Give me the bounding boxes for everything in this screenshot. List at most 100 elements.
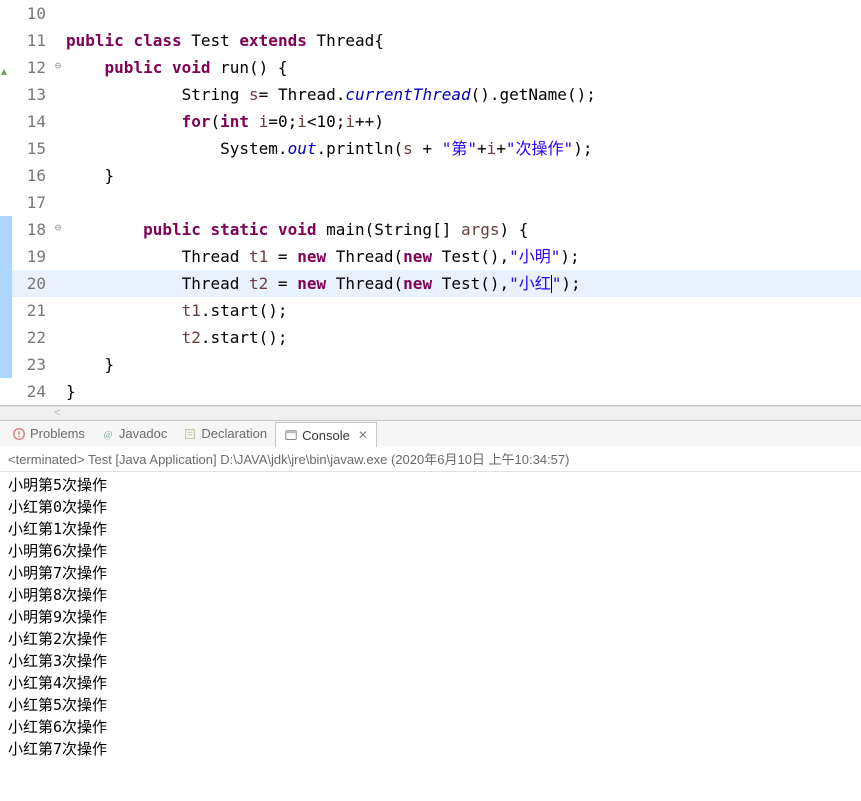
code-line[interactable]: 21 t1.start(); — [0, 297, 861, 324]
tab-label: Problems — [30, 426, 85, 441]
gutter-annotation — [0, 324, 12, 351]
line-number: 23 — [12, 351, 52, 378]
line-number: 12 — [12, 54, 52, 81]
code-editor[interactable]: 1011public class Test extends Thread{▲12… — [0, 0, 861, 406]
line-number: 17 — [12, 189, 52, 216]
console-line: 小红第0次操作 — [8, 496, 853, 518]
code-text[interactable] — [64, 0, 861, 27]
code-text[interactable]: public class Test extends Thread{ — [64, 27, 861, 54]
line-number: 19 — [12, 243, 52, 270]
tab-declaration[interactable]: Declaration — [175, 421, 275, 446]
console-line: 小红第3次操作 — [8, 650, 853, 672]
gutter-annotation — [0, 270, 12, 297]
code-text[interactable]: t1.start(); — [64, 297, 861, 324]
code-text[interactable]: String s= Thread.currentThread().getName… — [64, 81, 861, 108]
tab-javadoc[interactable]: @ Javadoc — [93, 421, 175, 446]
line-number: 15 — [12, 135, 52, 162]
tab-problems[interactable]: Problems — [4, 421, 93, 446]
console-line: 小红第6次操作 — [8, 716, 853, 738]
fold-toggle-icon — [52, 135, 64, 162]
code-line[interactable]: 11 public class Test extends Thread{ — [0, 27, 861, 54]
line-number: 21 — [12, 297, 52, 324]
javadoc-icon: @ — [101, 427, 115, 441]
console-line: 小明第7次操作 — [8, 562, 853, 584]
code-line[interactable]: 22 t2.start(); — [0, 324, 861, 351]
console-line: 小明第6次操作 — [8, 540, 853, 562]
console-icon — [284, 428, 298, 442]
fold-toggle-icon[interactable]: ⊖ — [52, 216, 64, 243]
code-line[interactable]: 13 String s= Thread.currentThread().getN… — [0, 81, 861, 108]
code-text[interactable]: public void run() { — [64, 54, 861, 81]
code-line[interactable]: 18⊖ public static void main(String[] arg… — [0, 216, 861, 243]
gutter-annotation — [0, 0, 12, 27]
console-line: 小红第5次操作 — [8, 694, 853, 716]
code-text[interactable]: } — [64, 351, 861, 378]
close-icon[interactable]: ✕ — [358, 428, 368, 442]
gutter-annotation: ▲ — [0, 54, 12, 81]
code-text[interactable]: t2.start(); — [64, 324, 861, 351]
tab-label: Declaration — [201, 426, 267, 441]
fold-toggle-icon — [52, 270, 64, 297]
problems-icon — [12, 427, 26, 441]
console-line: 小红第2次操作 — [8, 628, 853, 650]
line-number: 10 — [12, 0, 52, 27]
gutter-annotation — [0, 189, 12, 216]
line-number: 18 — [12, 216, 52, 243]
code-text[interactable]: Thread t1 = new Thread(new Test(),"小明"); — [64, 243, 861, 270]
horizontal-scrollbar[interactable]: < — [0, 406, 861, 420]
gutter-annotation — [0, 216, 12, 243]
fold-toggle-icon — [52, 162, 64, 189]
gutter-annotation — [0, 81, 12, 108]
line-number: 11 — [12, 27, 52, 54]
fold-toggle-icon — [52, 81, 64, 108]
line-number: 20 — [12, 270, 52, 297]
svg-text:@: @ — [104, 429, 113, 440]
fold-toggle-icon — [52, 324, 64, 351]
code-line[interactable]: 23 } — [0, 351, 861, 378]
console-line: 小明第8次操作 — [8, 584, 853, 606]
code-line[interactable]: 24} — [0, 378, 861, 405]
gutter-annotation — [0, 108, 12, 135]
code-line[interactable]: ▲12⊖ public void run() { — [0, 54, 861, 81]
code-line[interactable]: 20 Thread t2 = new Thread(new Test(),"小红… — [0, 270, 861, 297]
code-text[interactable]: for(int i=0;i<10;i++) — [64, 108, 861, 135]
scroll-left-icon: < — [54, 408, 61, 420]
fold-toggle-icon — [52, 243, 64, 270]
code-line[interactable]: 17 — [0, 189, 861, 216]
gutter-annotation — [0, 27, 12, 54]
gutter-annotation — [0, 297, 12, 324]
fold-toggle-icon[interactable]: ⊖ — [52, 54, 64, 81]
code-line[interactable]: 19 Thread t1 = new Thread(new Test(),"小明… — [0, 243, 861, 270]
code-text[interactable]: public static void main(String[] args) { — [64, 216, 861, 243]
code-line[interactable]: 15 System.out.println(s + "第"+i+"次操作"); — [0, 135, 861, 162]
declaration-icon — [183, 427, 197, 441]
code-text[interactable]: } — [64, 378, 861, 405]
code-text[interactable]: } — [64, 162, 861, 189]
console-line: 小红第1次操作 — [8, 518, 853, 540]
console-line: 小红第4次操作 — [8, 672, 853, 694]
fold-toggle-icon — [52, 351, 64, 378]
fold-toggle-icon — [52, 297, 64, 324]
code-line[interactable]: 16 } — [0, 162, 861, 189]
code-line[interactable]: 14 for(int i=0;i<10;i++) — [0, 108, 861, 135]
line-number: 22 — [12, 324, 52, 351]
code-line[interactable]: 10 — [0, 0, 861, 27]
fold-toggle-icon — [52, 189, 64, 216]
gutter-annotation — [0, 378, 12, 405]
line-number: 24 — [12, 378, 52, 405]
line-number: 14 — [12, 108, 52, 135]
fold-toggle-icon — [52, 0, 64, 27]
code-text[interactable] — [64, 189, 861, 216]
console-output[interactable]: 小明第5次操作小红第0次操作小红第1次操作小明第6次操作小明第7次操作小明第8次… — [0, 472, 861, 762]
console-line: 小明第9次操作 — [8, 606, 853, 628]
view-tabs: Problems @ Javadoc Declaration Console ✕ — [0, 420, 861, 446]
fold-toggle-icon — [52, 378, 64, 405]
gutter-annotation — [0, 351, 12, 378]
tab-console[interactable]: Console ✕ — [275, 422, 377, 447]
fold-toggle-icon — [52, 108, 64, 135]
code-text[interactable]: System.out.println(s + "第"+i+"次操作"); — [64, 135, 861, 162]
code-text[interactable]: Thread t2 = new Thread(new Test(),"小红"); — [64, 270, 861, 297]
tab-label: Javadoc — [119, 426, 167, 441]
gutter-annotation — [0, 162, 12, 189]
gutter-annotation — [0, 243, 12, 270]
